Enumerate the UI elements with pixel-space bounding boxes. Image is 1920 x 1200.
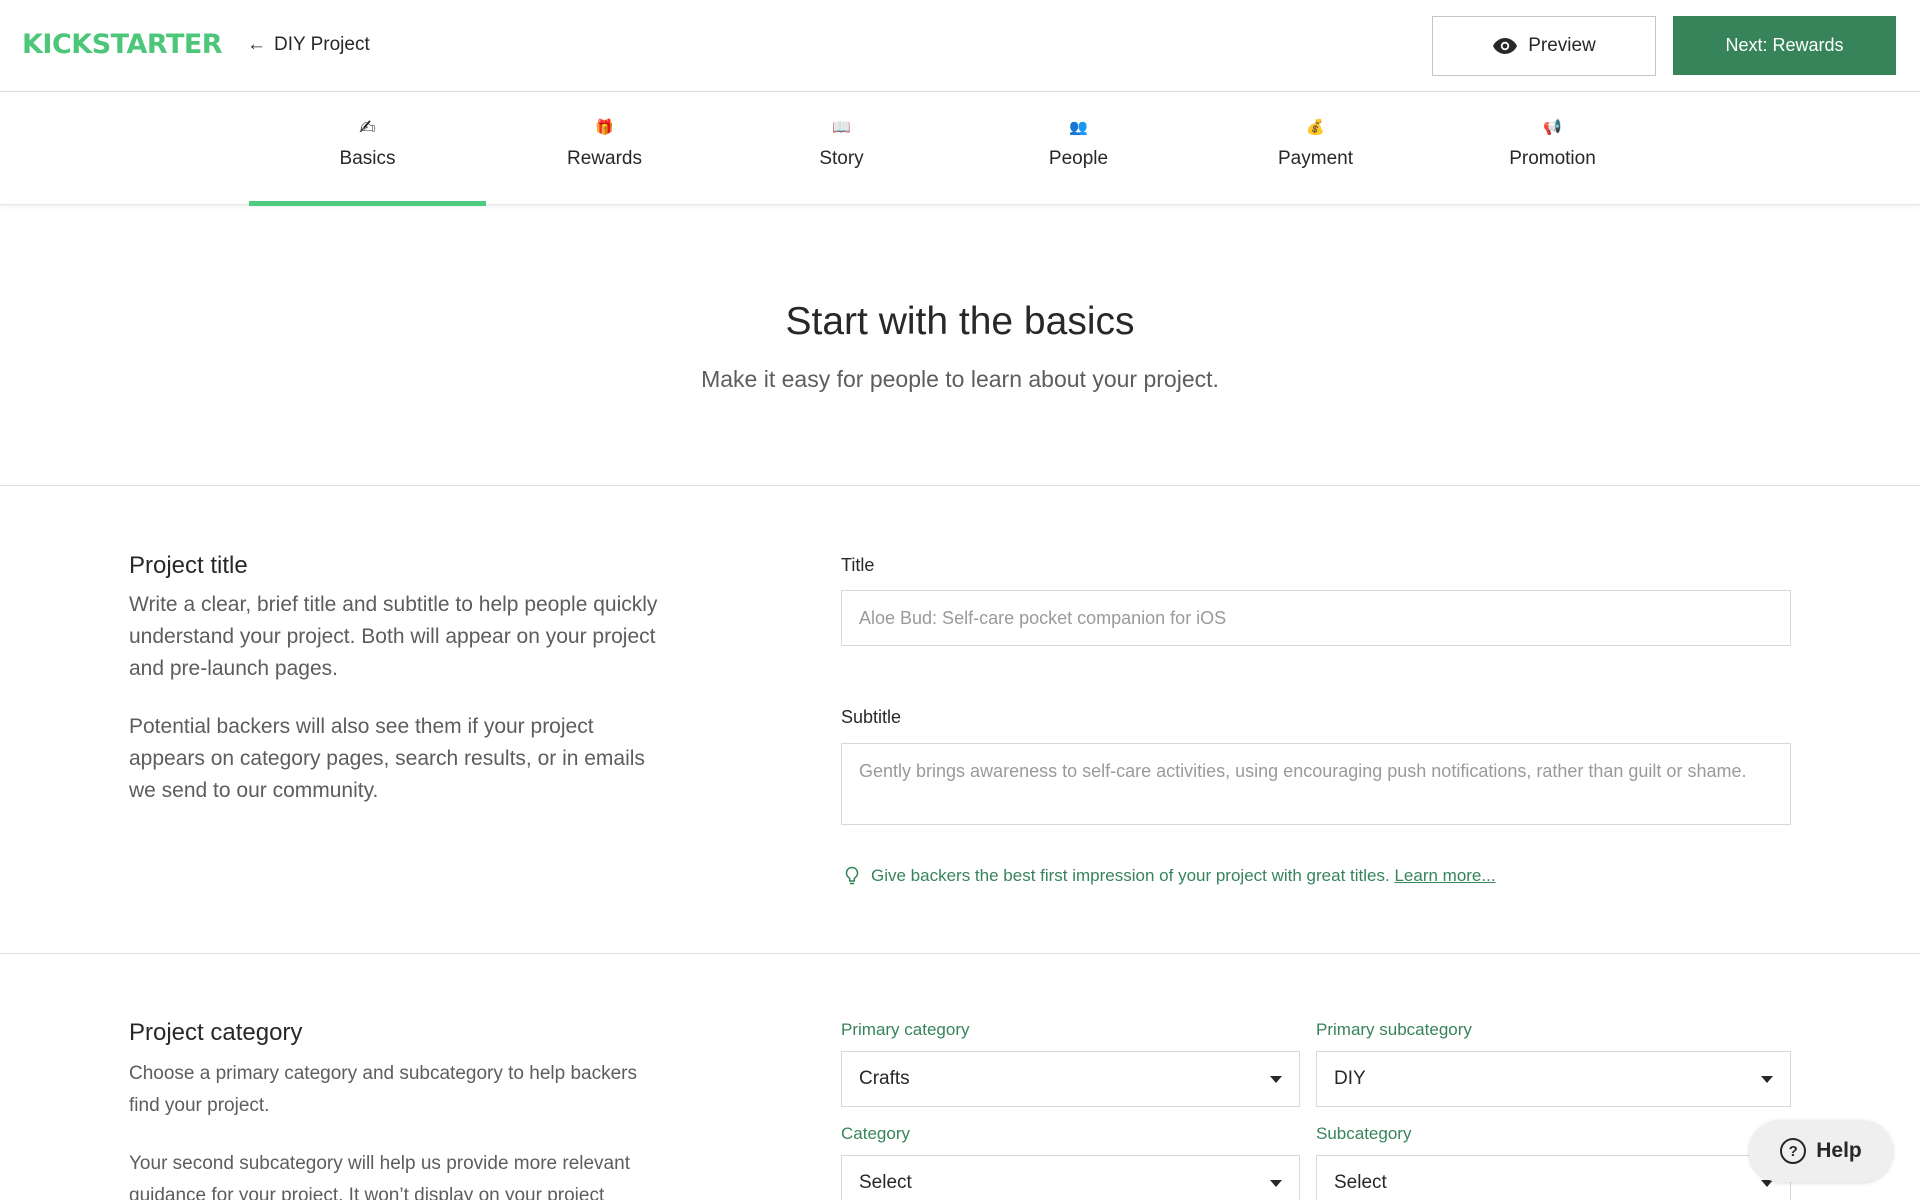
subcategory-select[interactable]: Select (1316, 1155, 1791, 1200)
lightbulb-icon (845, 866, 859, 885)
back-label: DIY Project (274, 34, 370, 55)
arrow-left-icon: ← (247, 34, 266, 55)
subcategory-value: Select (1334, 1172, 1387, 1193)
gift-icon: 🎁 (595, 119, 614, 136)
top-header: KICKSTARTER ← DIY Project Preview Next: … (0, 0, 1920, 92)
tab-label: Promotion (1509, 148, 1596, 169)
tab-label: Payment (1278, 148, 1353, 169)
tab-label: Rewards (567, 148, 642, 169)
question-icon: ? (1780, 1138, 1807, 1164)
subtitle-input[interactable]: Gently brings awareness to self-care act… (841, 743, 1791, 825)
title-label: Title (841, 555, 875, 575)
tab-basics[interactable]: ✍ Basics (249, 92, 486, 206)
next-rewards-button[interactable]: Next: Rewards (1673, 16, 1896, 75)
caret-down-icon (1761, 1075, 1773, 1083)
titles-hint: Give backers the best first impression o… (845, 866, 1496, 886)
preview-label: Preview (1528, 35, 1596, 56)
tab-promotion[interactable]: 📢 Promotion (1434, 92, 1671, 205)
tab-rewards[interactable]: 🎁 Rewards (486, 92, 723, 205)
primary-category-select[interactable]: Crafts (841, 1051, 1300, 1107)
subcategory-label: Subcategory (1316, 1124, 1412, 1143)
page-title: Start with the basics (785, 300, 1135, 343)
writing-hand-icon: ✍ (359, 117, 376, 139)
tab-label: Basics (339, 148, 396, 169)
project-category-description: Choose a primary category and subcategor… (129, 1063, 637, 1116)
section-divider (0, 485, 1920, 486)
title-input[interactable]: Aloe Bud: Self-care pocket companion for… (841, 590, 1791, 646)
help-button[interactable]: ? Help (1749, 1120, 1893, 1182)
preview-button[interactable]: Preview (1432, 16, 1656, 76)
project-title-description: Write a clear, brief title and subtitle … (129, 593, 658, 680)
primary-category-label: Primary category (841, 1020, 970, 1039)
help-label: Help (1816, 1139, 1862, 1162)
project-title-description-2: Potential backers will also see them if … (129, 715, 645, 802)
section-divider (0, 953, 1920, 954)
category-label: Category (841, 1124, 910, 1143)
primary-category-value: Crafts (859, 1068, 910, 1089)
back-to-project-link[interactable]: ← DIY Project (247, 34, 370, 56)
project-category-heading: Project category (129, 1019, 303, 1046)
tab-label: People (1048, 148, 1109, 169)
primary-subcategory-label: Primary subcategory (1316, 1020, 1472, 1039)
eye-icon (1493, 38, 1518, 54)
primary-subcategory-value: DIY (1334, 1068, 1366, 1089)
tab-story[interactable]: 📖 Story (723, 92, 960, 205)
primary-subcategory-select[interactable]: DIY (1316, 1051, 1791, 1107)
learn-more-link[interactable]: Learn more... (1394, 866, 1495, 885)
book-icon: 📖 (832, 119, 851, 136)
kickstarter-logo[interactable]: KICKSTARTER (22, 29, 223, 60)
caret-down-icon (1270, 1179, 1282, 1187)
editor-tabs: ✍ Basics 🎁 Rewards 📖 Story 👥 People 💰 Pa… (0, 92, 1920, 206)
tab-label: Story (819, 148, 864, 169)
money-bag-icon: 💰 (1306, 119, 1325, 136)
category-select[interactable]: Select (841, 1155, 1300, 1200)
page-subtitle: Make it easy for people to learn about y… (701, 366, 1219, 392)
subtitle-label: Subtitle (841, 707, 902, 727)
tab-people[interactable]: 👥 People (960, 92, 1197, 205)
category-value: Select (859, 1172, 912, 1193)
megaphone-icon: 📢 (1543, 119, 1562, 136)
people-icon: 👥 (1069, 119, 1088, 136)
tab-payment[interactable]: 💰 Payment (1197, 92, 1434, 205)
caret-down-icon (1270, 1075, 1282, 1083)
project-category-description-2: Your second subcategory will help us pro… (129, 1153, 630, 1200)
project-title-heading: Project title (129, 552, 248, 579)
hint-text: Give backers the best first impression o… (871, 866, 1390, 885)
